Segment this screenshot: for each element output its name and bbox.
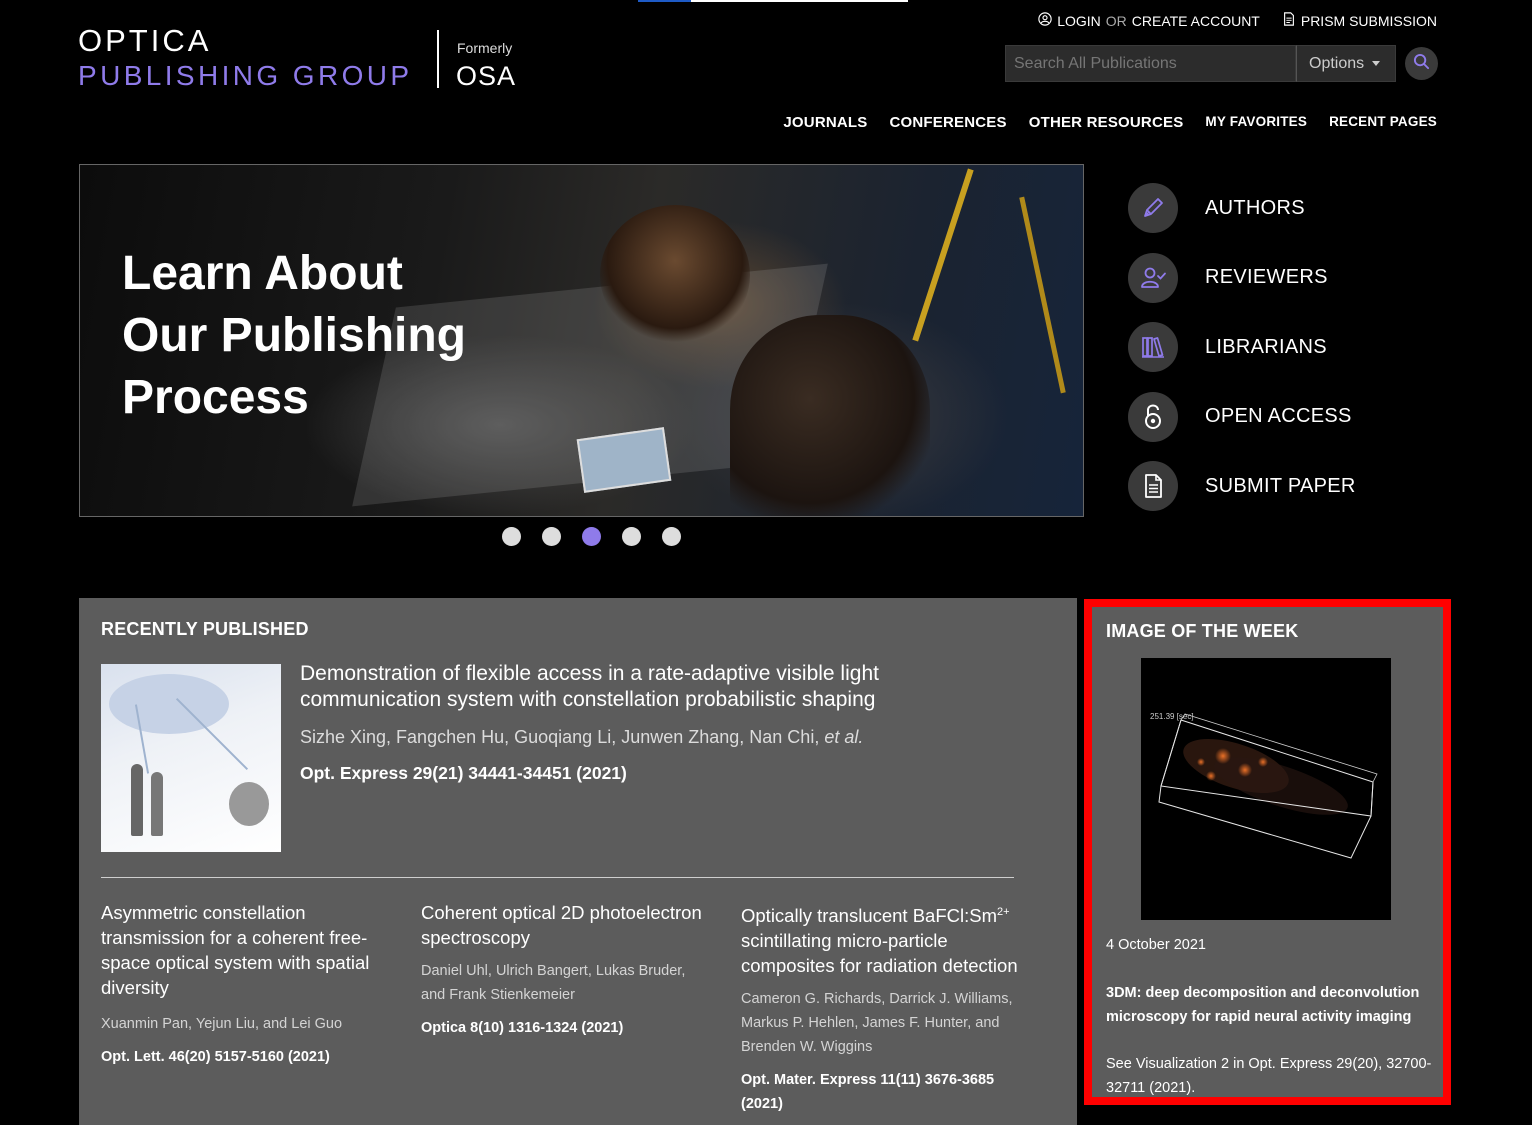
featured-article-thumbnail[interactable] [101,664,281,852]
side-link-label: OPEN ACCESS [1205,405,1352,428]
hero-photo-beam [1019,196,1066,394]
carousel-dot[interactable] [502,527,521,546]
audience-links: AUTHORS REVIEWERS LIBRARIANS OPEN ACCESS… [1128,183,1356,531]
section-heading: IMAGE OF THE WEEK [1106,621,1299,641]
top-progress-segment [638,0,691,2]
side-link-authors[interactable]: AUTHORS [1128,183,1356,233]
side-link-label: LIBRARIANS [1205,335,1327,358]
search-button[interactable] [1405,47,1438,80]
carousel-dot[interactable] [662,527,681,546]
thumbnail-figure [151,772,163,836]
thumbnail-figure [131,764,143,836]
recently-published-panel: RECENTLY PUBLISHED Demonstration of flex… [79,598,1077,1125]
nav-conferences[interactable]: CONFERENCES [890,114,1007,131]
side-link-submit-paper[interactable]: SUBMIT PAPER [1128,461,1356,512]
hero-carousel-slide[interactable]: Learn About Our Publishing Process [79,164,1084,517]
article-citation[interactable]: Opt. Mater. Express 11(11) 3676-3685 (20… [741,1068,1031,1116]
article-citation[interactable]: Opt. Lett. 46(20) 5157-5160 (2021) [101,1045,391,1069]
hero-title-line: Our Publishing [122,309,466,362]
hero-photo-person [600,205,750,345]
article-authors: Daniel Uhl, Ulrich Bangert, Lukas Bruder… [421,963,686,1003]
side-link-reviewers[interactable]: REVIEWERS [1128,252,1356,303]
side-link-open-access[interactable]: OPEN ACCESS [1128,391,1356,442]
featured-authors-etal: et al. [824,727,864,747]
featured-authors-text: Sizhe Xing, Fangchen Hu, Guoqiang Li, Ju… [300,727,820,747]
carousel-dot[interactable] [542,527,561,546]
prism-group: PRISM SUBMISSION [1282,12,1437,29]
article-title-text: scintillating micro-particle composites … [741,930,1018,977]
hero-title-line: Process [122,371,309,424]
article-authors: Xuanmin Pan, Yejun Liu, and Lei Guo [101,1016,343,1032]
image-of-the-week-panel: IMAGE OF THE WEEK 251.39 [sec] 4 October [1084,599,1451,1105]
featured-article-authors: Sizhe Xing, Fangchen Hu, Guoqiang Li, Ju… [300,727,863,748]
image-of-the-week-date: 4 October 2021 [1106,937,1206,953]
pen-icon [1128,183,1178,233]
thumbnail-light-glow [109,674,229,734]
article-title[interactable]: Optically translucent BaFCl:Sm2+ scintil… [741,900,1031,978]
hero-photo-person [730,315,930,516]
article-title-superscript: 2+ [997,906,1010,918]
search-options-dropdown[interactable]: Options [1296,45,1396,82]
books-icon [1128,322,1178,373]
logo-main-text: OPTICA [78,23,212,58]
login-link[interactable]: LOGIN [1057,13,1101,29]
side-link-label: AUTHORS [1205,196,1305,219]
top-progress-strip [638,0,908,2]
carousel-dot[interactable] [582,527,601,546]
main-nav: JOURNALS CONFERENCES OTHER RESOURCES MY … [783,114,1437,131]
document-icon [1282,12,1296,29]
osa-logo[interactable]: OSA [456,61,516,92]
side-link-librarians[interactable]: LIBRARIANS [1128,322,1356,373]
account-links: LOGIN OR CREATE ACCOUNT PRISM SUBMISSION [1038,12,1437,29]
side-link-label: SUBMIT PAPER [1205,474,1356,497]
options-label: Options [1309,55,1365,72]
user-circle-icon [1038,12,1052,29]
formerly-label: Formerly [457,40,513,56]
article-title[interactable]: Asymmetric constellation transmission fo… [101,900,391,1000]
hero-photo-tablet [576,427,672,493]
nav-my-favorites[interactable]: MY FAVORITES [1205,114,1307,131]
article-card: Optically translucent BaFCl:Sm2+ scintil… [741,900,1031,1116]
article-title[interactable]: Coherent optical 2D photoelectron spectr… [421,900,711,950]
article-citation[interactable]: Optica 8(10) 1316-1324 (2021) [421,1016,711,1040]
image-of-the-week-image[interactable]: 251.39 [sec] [1141,658,1391,920]
logo-divider [437,30,439,88]
side-link-label: REVIEWERS [1205,266,1328,289]
divider [101,877,1014,878]
section-heading: RECENTLY PUBLISHED [101,619,309,639]
open-lock-icon [1128,391,1178,442]
article-authors: Cameron G. Richards, Darrick J. Williams… [741,991,1013,1056]
carousel-dot[interactable] [622,527,641,546]
image-3d-volume-render [1158,713,1378,859]
search-icon [1413,53,1430,75]
logo-sub-text: PUBLISHING GROUP [78,60,413,91]
nav-other-resources[interactable]: OTHER RESOURCES [1029,114,1184,131]
login-group: LOGIN OR CREATE ACCOUNT [1038,12,1260,29]
document-icon [1128,461,1178,512]
hero-title-line: Learn About [122,247,403,300]
carousel-dots [502,527,681,546]
optica-logo[interactable]: OPTICA PUBLISHING GROUP [78,23,413,93]
prism-submission-link[interactable]: PRISM SUBMISSION [1301,13,1437,29]
user-check-icon [1128,252,1178,303]
caret-down-icon [1372,61,1381,67]
featured-article-title[interactable]: Demonstration of flexible access in a ra… [300,661,940,713]
featured-article-citation[interactable]: Opt. Express 29(21) 34441-34451 (2021) [300,763,627,784]
article-title-text: Optically translucent BaFCl:Sm [741,905,998,927]
hero-photo-beam [912,168,974,342]
create-account-link[interactable]: CREATE ACCOUNT [1132,13,1260,29]
search-input[interactable] [1005,45,1296,82]
thumbnail-figure [229,782,269,826]
article-card: Coherent optical 2D photoelectron spectr… [421,900,711,1040]
nav-journals[interactable]: JOURNALS [783,114,867,131]
image-of-the-week-title[interactable]: 3DM: deep decomposition and deconvolutio… [1106,981,1441,1029]
or-text: OR [1105,12,1127,29]
nav-recent-pages[interactable]: RECENT PAGES [1329,114,1437,131]
hero-title: Learn About Our Publishing Process [122,243,466,429]
image-of-the-week-source[interactable]: See Visualization 2 in Opt. Express 29(2… [1106,1052,1441,1100]
article-card: Asymmetric constellation transmission fo… [101,900,391,1069]
